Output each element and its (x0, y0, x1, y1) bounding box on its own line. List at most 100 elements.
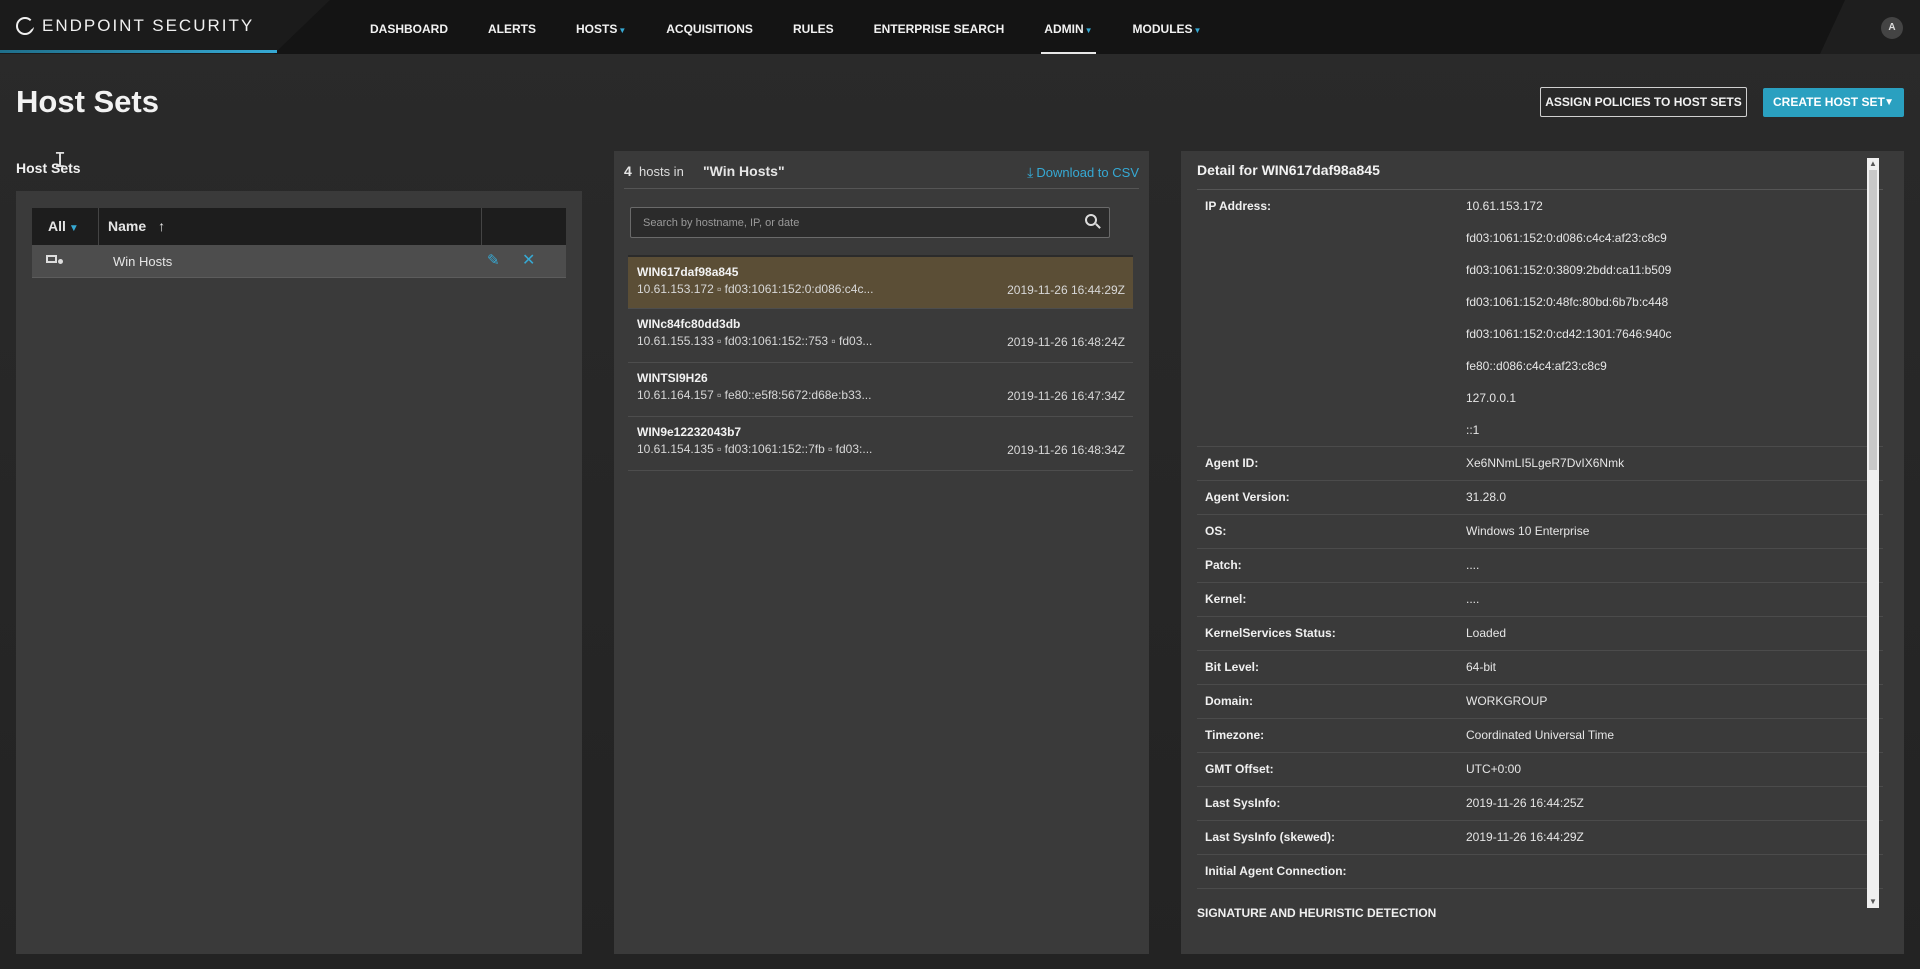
detail-label: Kernel: (1205, 592, 1247, 606)
chevron-down-icon: ▼ (1193, 26, 1202, 35)
text-cursor-icon: I (54, 148, 67, 172)
main-nav: DASHBOARD ALERTS HOSTS▼ ACQUISITIONS RULES EN… (350, 0, 1221, 54)
detail-label: OS: (1205, 524, 1227, 538)
detail-value: Windows 10 Enterprise (1466, 524, 1590, 538)
list-item[interactable]: WINc84fc80dd3db 10.61.155.133 ▫ fd03:1061… (628, 309, 1133, 363)
assign-policies-button[interactable]: ASSIGN POLICIES TO HOST SETS (1540, 87, 1747, 117)
nav-item-enterprise-search[interactable]: ENTERPRISE SEARCH (854, 0, 1025, 54)
detail-values: 31.28.0 (1466, 481, 1883, 514)
detail-label: Bit Level: (1205, 660, 1260, 674)
chevron-down-icon: ▼ (1084, 26, 1093, 35)
nav-item-label: ACQUISITIONS (666, 22, 753, 36)
signature-heuristic-section-title[interactable]: SIGNATURE AND HEURISTIC DETECTION (1197, 906, 1436, 920)
list-item[interactable]: WIN9e12232043b7 10.61.154.135 ▫ fd03:1061… (628, 417, 1133, 471)
host-name: WIN617daf98a845 (637, 265, 739, 279)
list-item[interactable]: WIN617daf98a845 10.61.153.172 ▫ fd03:1061… (628, 255, 1133, 309)
detail-row: Timezone: Coordinated Universal Time (1197, 719, 1883, 753)
nav-item-label: ALERTS (488, 22, 536, 36)
nav-item-hosts[interactable]: HOSTS▼ (556, 0, 646, 54)
detail-value: 10.61.153.172 (1466, 199, 1543, 213)
detail-value: 2019-11-26 16:44:29Z (1466, 830, 1584, 844)
nav-item-label: MODULES (1132, 22, 1193, 36)
scroll-down-arrow-icon[interactable]: ▼ (1868, 897, 1878, 907)
table-row[interactable]: Win Hosts ✎ ✕ (32, 245, 566, 278)
detail-row: Agent Version: 31.28.0 (1197, 481, 1883, 515)
detail-value: Loaded (1466, 626, 1507, 640)
detail-row: GMT Offset: UTC+0:00 (1197, 753, 1883, 787)
filter-all-label: All (48, 218, 66, 234)
nav-item-label: HOSTS (576, 22, 618, 36)
detail-value: fd03:1061:152:0:3809:2bdd:ca11:b509 (1466, 263, 1672, 277)
hosts-panel: 4 hosts in "Win Hosts" ⤓ Download to CSV … (614, 151, 1149, 954)
detail-label: GMT Offset: (1205, 762, 1274, 776)
nav-item-admin[interactable]: ADMIN▼ (1024, 0, 1112, 54)
nav-item-acquisitions[interactable]: ACQUISITIONS (646, 0, 773, 54)
download-csv-link[interactable]: ⤓ Download to CSV (1027, 164, 1139, 181)
detail-values: WORKGROUP (1466, 685, 1883, 718)
detail-label: KernelServices Status: (1205, 626, 1336, 640)
detail-label: Agent Version: (1205, 490, 1290, 504)
detail-label: Domain: (1205, 694, 1253, 708)
detail-value: .... (1466, 558, 1480, 572)
detail-label: Last SysInfo (skewed): (1205, 830, 1336, 844)
detail-label: Initial Agent Connection: (1205, 864, 1347, 878)
host-last-seen: 2019-11-26 16:44:29Z (1007, 283, 1125, 297)
host-name: WINTSI9H26 (637, 371, 708, 385)
edit-pencil-icon[interactable]: ✎ (487, 251, 500, 269)
detail-label: IP Address: (1205, 199, 1272, 213)
detail-row: Agent ID: Xe6NNmLI5LgeR7DvIX6Nmk (1197, 447, 1883, 481)
brand-name: ENDPOINT SECURITY (42, 16, 255, 35)
host-name: WIN9e12232043b7 (637, 425, 742, 439)
detail-values: Coordinated Universal Time (1466, 719, 1883, 752)
detail-values: 2019-11-26 16:44:29Z (1466, 821, 1883, 854)
nav-item-dashboard[interactable]: DASHBOARD (350, 0, 468, 54)
scrollbar-thumb[interactable] (1869, 170, 1877, 470)
nav-item-alerts[interactable]: ALERTS (468, 0, 556, 54)
detail-row: Initial Agent Connection: (1197, 855, 1883, 889)
host-sets-label: Host Sets (16, 160, 81, 176)
scroll-up-arrow-icon[interactable]: ▲ (1868, 159, 1878, 169)
search-icon[interactable] (1085, 214, 1101, 230)
user-avatar[interactable]: A (1881, 17, 1903, 39)
selected-set-name: "Win Hosts" (703, 163, 785, 179)
list-item[interactable]: WINTSI9H2610.61.164.157 ▫ fe80::e5f8:567… (628, 363, 1133, 417)
detail-row: Bit Level: 64-bit (1197, 651, 1883, 685)
create-host-set-button[interactable]: CREATE HOST SET ▼ (1763, 88, 1904, 117)
host-ip-addresses: 10.61.153.172 ▫ fd03:1061:152:0:d086:c4c… (637, 282, 874, 296)
detail-value: 64-bit (1466, 660, 1497, 674)
detail-values (1466, 855, 1883, 888)
detail-row: Last SysInfo: 2019-11-26 16:44:25Z (1197, 787, 1883, 821)
nav-item-modules[interactable]: MODULES▼ (1113, 0, 1222, 54)
detail-values: 64-bit (1466, 651, 1883, 684)
detail-row: IP Address: 10.61.153.172 fd03:1061:152:0:… (1197, 190, 1883, 447)
nav-item-label: ENTERPRISE SEARCH (873, 22, 1005, 36)
detail-value: ::1 (1466, 423, 1480, 437)
brand-logo-link[interactable]: ENDPOINT SECURITY (16, 16, 254, 36)
host-last-seen: 2019-11-26 16:47:34Z (1007, 389, 1125, 403)
nav-item-rules[interactable]: RULES (773, 0, 854, 54)
detail-scrollbar[interactable]: ▲ ▼ (1867, 158, 1879, 908)
name-column-label: Name (108, 218, 147, 234)
detail-label: Patch: (1205, 558, 1242, 572)
delete-x-icon[interactable]: ✕ (522, 250, 535, 270)
detail-value (1466, 855, 1883, 888)
host-sets-table-header: All ▼ Name ↑ (32, 208, 566, 245)
host-detail-panel: Detail for WIN617daf98a845 IP Address: 10… (1181, 151, 1904, 954)
nav-item-label: ADMIN (1044, 22, 1084, 36)
host-last-seen: 2019-11-26 16:48:24Z (1007, 335, 1125, 349)
host-ip-addresses: 10.61.164.157 ▫ fe80::e5f8:5672:d68e:b33… (637, 388, 872, 402)
host-ip-addresses: 10.61.154.135 ▫ fd03:1061:152::7fb ▫ fd0… (637, 442, 873, 456)
host-set-name: Win Hosts (113, 254, 173, 269)
host-search-input[interactable] (631, 208, 1071, 237)
detail-values: .... (1466, 583, 1883, 616)
detail-value: 2019-11-26 16:44:25Z (1466, 796, 1584, 810)
detail-table: IP Address: 10.61.153.172 fd03:1061:152:0:… (1197, 190, 1883, 927)
detail-value: fd03:1061:152:0:d086:c4c4:af23:c8c9 (1466, 231, 1667, 245)
detail-value: fe80::d086:c4c4:af23:c8c9 (1466, 359, 1607, 373)
name-column-header[interactable]: Name ↑ (99, 208, 482, 245)
host-last-seen: 2019-11-26 16:48:34Z (1007, 443, 1125, 457)
host-ip-addresses: 10.61.155.133 ▫ fd03:1061:152::753 ▫ fd0… (637, 334, 873, 348)
filter-all-dropdown[interactable]: All ▼ (32, 208, 99, 245)
detail-row: OS: Windows 10 Enterprise (1197, 515, 1883, 549)
detail-values: Windows 10 Enterprise (1466, 515, 1883, 548)
